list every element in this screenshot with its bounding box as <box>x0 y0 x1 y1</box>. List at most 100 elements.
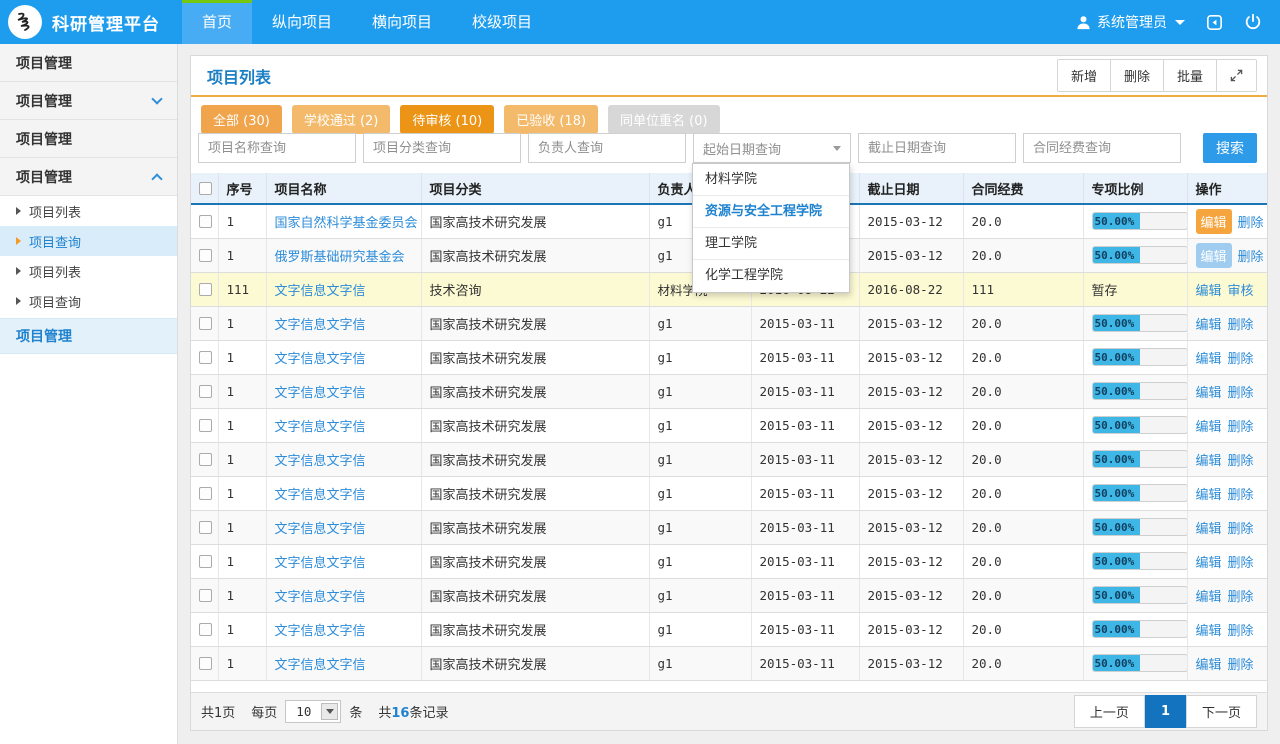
start-date-select[interactable]: 起始日期查询 <box>693 133 851 163</box>
row-checkbox[interactable] <box>199 623 212 636</box>
row-action-link[interactable]: 删除 <box>1228 348 1254 367</box>
row-action-link[interactable]: 删除 <box>1228 518 1254 537</box>
row-checkbox[interactable] <box>199 589 212 602</box>
row-checkbox[interactable] <box>199 453 212 466</box>
project-name-link[interactable]: 文字信息文字信 <box>275 556 366 571</box>
row-action-link[interactable]: 删除 <box>1228 450 1254 469</box>
sidebar-group-3[interactable]: 项目管理 <box>0 120 177 158</box>
row-action-link[interactable]: 删除 <box>1228 620 1254 639</box>
nav-tab-vertical-projects[interactable]: 纵向项目 <box>252 0 352 44</box>
row-action-link[interactable]: 编辑 <box>1196 586 1222 605</box>
fee-input[interactable] <box>1023 133 1181 163</box>
sidebar-item-project-query-2[interactable]: 项目查询 <box>0 286 177 316</box>
next-page-button[interactable]: 下一页 <box>1186 695 1257 728</box>
project-name-link[interactable]: 文字信息文字信 <box>275 488 366 503</box>
project-name-input[interactable] <box>198 133 356 163</box>
project-name-link[interactable]: 文字信息文字信 <box>275 386 366 401</box>
dropdown-option-chemical-engineering[interactable]: 化学工程学院 <box>693 260 849 292</box>
prev-page-button[interactable]: 上一页 <box>1074 695 1145 728</box>
row-action-link[interactable]: 审核 <box>1228 280 1254 299</box>
row-action-link[interactable]: 编辑 <box>1196 552 1222 571</box>
row-action-link[interactable]: 编辑 <box>1196 620 1222 639</box>
sidebar-group-4[interactable]: 项目管理 <box>0 158 177 196</box>
sidebar-item-project-list-2[interactable]: 项目列表 <box>0 256 177 286</box>
project-name-link[interactable]: 俄罗斯基础研究基金会 <box>275 250 405 265</box>
project-category-input[interactable] <box>363 133 521 163</box>
per-page-select[interactable]: 10 <box>285 700 341 723</box>
filter-all[interactable]: 全部 (30) <box>201 105 282 134</box>
project-name-link[interactable]: 文字信息文字信 <box>275 454 366 469</box>
nav-tab-school-projects[interactable]: 校级项目 <box>452 0 552 44</box>
project-name-link[interactable]: 文字信息文字信 <box>275 590 366 605</box>
row-action-link[interactable]: 编辑 <box>1196 450 1222 469</box>
row-action-link[interactable]: 编辑 <box>1196 518 1222 537</box>
dropdown-option-science-engineering[interactable]: 理工学院 <box>693 228 849 260</box>
project-name-link[interactable]: 文字信息文字信 <box>275 624 366 639</box>
row-checkbox[interactable] <box>199 487 212 500</box>
filter-duplicate-name[interactable]: 同单位重名 (0) <box>608 105 720 134</box>
row-checkbox[interactable] <box>199 215 212 228</box>
project-name-link[interactable]: 国家自然科学基金委员会 <box>275 216 418 231</box>
expand-button[interactable] <box>1217 60 1256 91</box>
row-checkbox[interactable] <box>199 385 212 398</box>
row-action-link[interactable]: 删除 <box>1228 552 1254 571</box>
project-name-link[interactable]: 文字信息文字信 <box>275 658 366 673</box>
owner-input[interactable] <box>528 133 686 163</box>
row-action-link[interactable]: 编辑 <box>1196 348 1222 367</box>
row-action-link[interactable]: 删除 <box>1238 212 1264 231</box>
search-button[interactable]: 搜索 <box>1203 133 1257 163</box>
per-page-dropdown-button[interactable] <box>321 703 338 720</box>
sidebar-item-project-list-1[interactable]: 项目列表 <box>0 196 177 226</box>
sidebar-group-1[interactable]: 项目管理 <box>0 44 177 82</box>
filter-school-approved[interactable]: 学校通过 (2) <box>292 105 391 134</box>
sidebar-item-project-management[interactable]: 项目管理 <box>0 318 177 354</box>
filter-accepted[interactable]: 已验收 (18) <box>504 105 598 134</box>
add-button[interactable]: 新增 <box>1058 60 1111 91</box>
filter-pending-review[interactable]: 待审核 (10) <box>400 105 494 134</box>
delete-button[interactable]: 删除 <box>1111 60 1164 91</box>
dropdown-option-resources-safety[interactable]: 资源与安全工程学院 <box>693 196 849 228</box>
power-icon[interactable] <box>1244 13 1262 31</box>
ratio-progress-fill: 50.00% <box>1093 451 1140 467</box>
row-checkbox[interactable] <box>199 657 212 670</box>
sidebar-item-project-query-1[interactable]: 项目查询 <box>0 226 177 256</box>
row-action-link[interactable]: 编辑 <box>1196 654 1222 673</box>
row-action-link[interactable]: 删除 <box>1228 484 1254 503</box>
row-checkbox[interactable] <box>199 249 212 262</box>
nav-tab-home[interactable]: 首页 <box>182 0 252 44</box>
nav-tab-horizontal-projects[interactable]: 横向项目 <box>352 0 452 44</box>
project-name-link[interactable]: 文字信息文字信 <box>275 522 366 537</box>
row-checkbox[interactable] <box>199 283 212 296</box>
dropdown-option-materials[interactable]: 材料学院 <box>693 164 849 196</box>
project-name-link[interactable]: 文字信息文字信 <box>275 318 366 333</box>
row-action-link[interactable]: 编辑 <box>1196 484 1222 503</box>
row-checkbox[interactable] <box>199 555 212 568</box>
row-action-link[interactable]: 删除 <box>1228 654 1254 673</box>
end-date-input[interactable] <box>858 133 1016 163</box>
row-action-link[interactable]: 删除 <box>1228 314 1254 333</box>
cell-end-date: 2015-03-12 <box>859 306 963 340</box>
row-action-link[interactable]: 删除 <box>1228 382 1254 401</box>
row-action-button[interactable]: 编辑 <box>1196 209 1232 234</box>
switch-account-icon[interactable] <box>1205 13 1224 32</box>
project-name-link[interactable]: 文字信息文字信 <box>275 284 366 299</box>
row-action-button[interactable]: 编辑 <box>1196 243 1232 268</box>
page-1-button[interactable]: 1 <box>1145 695 1186 728</box>
sidebar-group-2[interactable]: 项目管理 <box>0 82 177 120</box>
row-checkbox[interactable] <box>199 351 212 364</box>
row-action-link[interactable]: 编辑 <box>1196 382 1222 401</box>
row-action-link[interactable]: 删除 <box>1238 246 1264 265</box>
project-name-link[interactable]: 文字信息文字信 <box>275 352 366 367</box>
row-action-link[interactable]: 删除 <box>1228 416 1254 435</box>
row-action-link[interactable]: 编辑 <box>1196 314 1222 333</box>
row-action-link[interactable]: 删除 <box>1228 586 1254 605</box>
user-menu[interactable]: 系统管理员 <box>1076 12 1185 32</box>
select-all-checkbox[interactable] <box>199 182 212 195</box>
row-checkbox[interactable] <box>199 419 212 432</box>
batch-button[interactable]: 批量 <box>1164 60 1217 91</box>
row-action-link[interactable]: 编辑 <box>1196 416 1222 435</box>
row-action-link[interactable]: 编辑 <box>1196 280 1222 299</box>
row-checkbox[interactable] <box>199 317 212 330</box>
project-name-link[interactable]: 文字信息文字信 <box>275 420 366 435</box>
row-checkbox[interactable] <box>199 521 212 534</box>
